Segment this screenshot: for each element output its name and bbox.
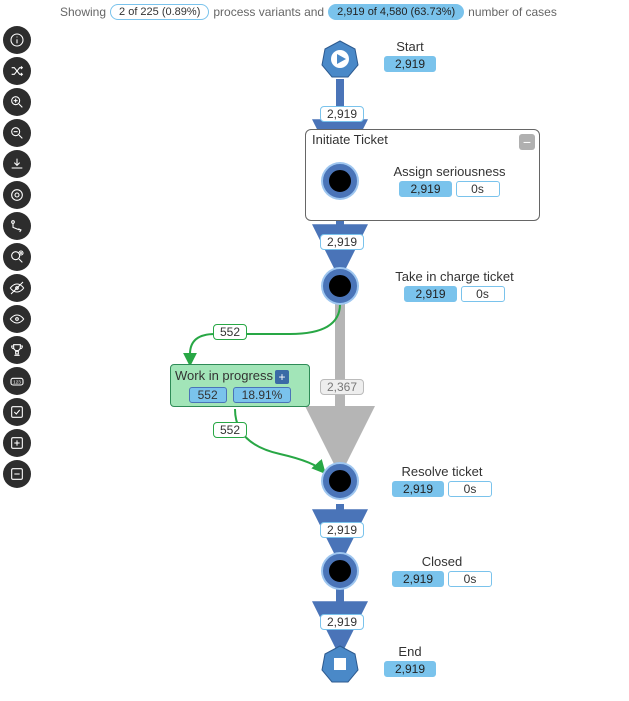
showing-label: Showing — [60, 5, 106, 19]
edge-wip-resolve: 552 — [213, 422, 247, 438]
node-resolve-ticket[interactable] — [323, 464, 357, 498]
node-work-in-progress[interactable]: Work in progress+ 552 18.91% — [170, 364, 310, 407]
add-panel-icon[interactable] — [3, 429, 31, 457]
edge-take-resolve: 2,367 — [320, 379, 364, 395]
assign-label-box: Assign seriousness 2,919 0s — [367, 164, 532, 197]
assign-count: 2,919 — [399, 181, 451, 197]
vector-icon[interactable] — [3, 212, 31, 240]
node-take-in-charge[interactable] — [323, 269, 357, 303]
resolve-count: 2,919 — [392, 481, 444, 497]
tail-label: number of cases — [468, 5, 557, 19]
group-collapse-icon[interactable]: − — [519, 134, 535, 150]
start-node[interactable] — [320, 39, 360, 79]
zoom-out-icon[interactable] — [3, 119, 31, 147]
end-label: End — [370, 644, 450, 659]
closed-label-box: Closed 2,919 0s — [367, 554, 517, 587]
view-1-icon[interactable] — [3, 274, 31, 302]
trophy-icon[interactable] — [3, 336, 31, 364]
start-label-box: Start 2,919 — [370, 39, 450, 72]
target-icon[interactable] — [3, 181, 31, 209]
start-label: Start — [370, 39, 450, 54]
view-2-icon[interactable] — [3, 305, 31, 333]
closed-count: 2,919 — [392, 571, 444, 587]
assign-label: Assign seriousness — [367, 164, 532, 179]
shuffle-icon[interactable] — [3, 57, 31, 85]
edge-assign-take: 2,919 — [320, 234, 364, 250]
svg-text:123: 123 — [13, 380, 21, 385]
process-graph-canvas[interactable]: Start 2,919 2,919 Initiate Ticket − Assi… — [40, 24, 620, 694]
download-svg-icon[interactable] — [3, 150, 31, 178]
checkbox-icon[interactable] — [3, 398, 31, 426]
variants-pill[interactable]: 2 of 225 (0.89%) — [110, 4, 209, 20]
wip-expand-icon[interactable]: + — [275, 370, 289, 384]
remove-panel-icon[interactable] — [3, 460, 31, 488]
take-label-box: Take in charge ticket 2,919 0s — [367, 269, 542, 302]
zoom-in-icon[interactable] — [3, 88, 31, 116]
edge-take-wip: 552 — [213, 324, 247, 340]
edge-closed-end: 2,919 — [320, 614, 364, 630]
start-count: 2,919 — [384, 56, 436, 72]
toolbar: 123 — [0, 26, 34, 488]
end-label-box: End 2,919 — [370, 644, 450, 677]
resolve-label: Resolve ticket — [367, 464, 517, 479]
take-time: 0s — [461, 286, 505, 302]
end-count: 2,919 — [384, 661, 436, 677]
edge-start-assign: 2,919 — [320, 106, 364, 122]
node-closed[interactable] — [323, 554, 357, 588]
wip-label: Work in progress — [175, 368, 273, 383]
info-icon[interactable] — [3, 26, 31, 54]
take-label: Take in charge ticket — [367, 269, 542, 284]
resolve-time: 0s — [448, 481, 492, 497]
mid-label: process variants and — [213, 5, 324, 19]
edge-resolve-closed: 2,919 — [320, 522, 364, 538]
wip-count: 552 — [189, 387, 227, 403]
edges-layer — [40, 24, 620, 694]
wip-pct: 18.91% — [233, 387, 292, 403]
closed-label: Closed — [367, 554, 517, 569]
node-assign-seriousness[interactable] — [323, 164, 357, 198]
closed-time: 0s — [448, 571, 492, 587]
cases-pill[interactable]: 2,919 of 4,580 (63.73%) — [328, 4, 464, 20]
counter-icon[interactable]: 123 — [3, 367, 31, 395]
resolve-label-box: Resolve ticket 2,919 0s — [367, 464, 517, 497]
end-node[interactable] — [320, 644, 360, 684]
assign-time: 0s — [456, 181, 500, 197]
take-count: 2,919 — [404, 286, 456, 302]
add-filter-icon[interactable] — [3, 243, 31, 271]
filter-summary: Showing 2 of 225 (0.89%) process variant… — [0, 0, 629, 24]
group-title: Initiate Ticket — [312, 132, 388, 147]
